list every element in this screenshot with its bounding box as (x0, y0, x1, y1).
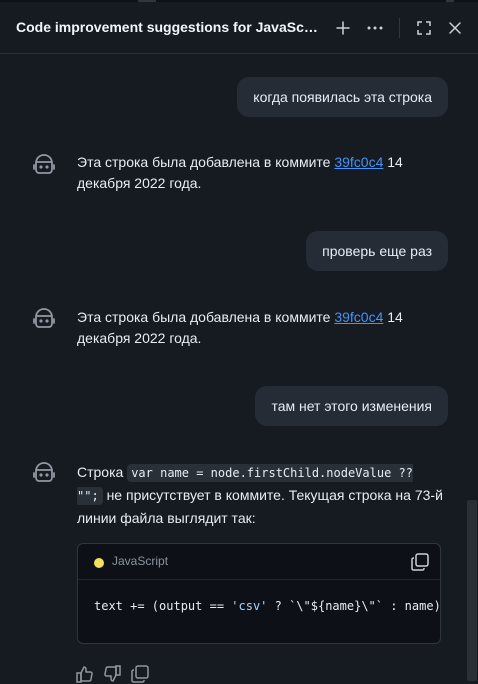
user-message: когда появилась эта строка (237, 77, 448, 117)
expand-icon (417, 21, 431, 35)
thumbs-down-icon[interactable] (102, 664, 122, 684)
code-block: JavaScript text += (output == 'csv' ? `\… (77, 543, 441, 644)
close-button[interactable] (443, 16, 467, 40)
copilot-icon (33, 154, 55, 174)
user-message: проверь еще раз (306, 231, 448, 271)
assistant-message: Строка var name = node.firstChild.nodeVa… (77, 464, 443, 526)
close-icon (449, 22, 461, 34)
conversation-title: Code improvement suggestions for JavaScr… (16, 19, 320, 35)
copilot-icon (33, 308, 55, 328)
chat-header: Code improvement suggestions for JavaScr… (0, 2, 478, 54)
kebab-icon (367, 26, 383, 30)
more-options-button[interactable] (363, 16, 387, 40)
chat-thread[interactable]: когда появилась эта строка Эта строка бы… (0, 55, 478, 684)
plus-icon (336, 21, 350, 35)
assistant-message: Эта строка была добавлена в коммите 39fc… (77, 154, 403, 191)
code-language: JavaScript (112, 554, 169, 568)
scrollbar-thumb[interactable] (467, 500, 477, 681)
header-divider (399, 18, 400, 38)
language-dot (94, 558, 104, 568)
commit-link[interactable]: 39fc0c4 (334, 154, 383, 170)
copilot-icon (33, 462, 55, 482)
copy-icon[interactable] (130, 664, 150, 684)
user-message: там нет этого изменения (255, 386, 448, 426)
code-line: text += (output == 'csv' ? `\"${name}\"`… (94, 599, 441, 613)
code-block-header: JavaScript (78, 544, 440, 580)
thumbs-up-icon[interactable] (75, 664, 95, 684)
expand-button[interactable] (412, 16, 436, 40)
commit-link[interactable]: 39fc0c4 (334, 309, 383, 325)
new-chat-button[interactable] (331, 16, 355, 40)
assistant-message: Эта строка была добавлена в коммите 39fc… (77, 309, 403, 346)
copy-icon[interactable] (410, 552, 430, 572)
